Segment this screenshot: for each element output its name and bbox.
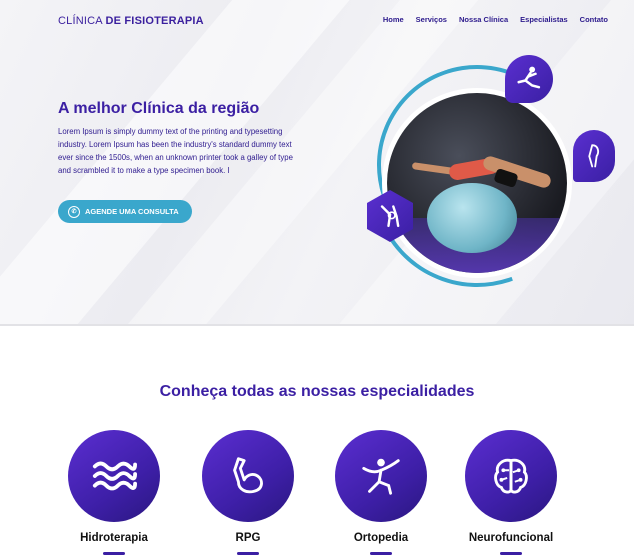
specialty-label: Ortopedia <box>353 532 409 544</box>
leg-anatomy-icon <box>573 130 615 182</box>
hero-title: A melhor Clínica da região <box>58 100 260 117</box>
specialty-label: Hidroterapia <box>80 532 148 544</box>
site-logo[interactable]: CLÍNICA DE FISIOTERAPIA <box>58 15 204 27</box>
lunge-stretch-icon <box>505 55 553 103</box>
stretching-person-icon <box>362 458 400 495</box>
schedule-appointment-button[interactable]: ✆ AGENDE UMA CONSULTA <box>58 200 192 223</box>
waves-icon <box>92 461 137 491</box>
logo-text-bold: DE FISIOTERAPIA <box>105 15 204 27</box>
specialty-icon-circle <box>68 430 160 522</box>
nav-link-home[interactable]: Home <box>383 15 404 24</box>
nav-link-contato[interactable]: Contato <box>580 15 608 24</box>
specialty-icon-circle <box>202 430 294 522</box>
specialty-underline <box>103 552 125 555</box>
specialty-underline <box>370 552 392 555</box>
specialty-icon-circle <box>465 430 557 522</box>
logo-text-light: CLÍNICA <box>58 15 106 27</box>
whatsapp-icon: ✆ <box>68 205 80 218</box>
specialty-card-rpg[interactable]: RPG <box>201 430 295 555</box>
specialty-card-neurofuncional[interactable]: Neurofuncional <box>464 430 558 555</box>
main-nav: Home Serviços Nossa Clínica Especialista… <box>383 15 608 24</box>
brain-circuit-icon <box>494 458 528 494</box>
specialty-label: RPG <box>235 532 261 544</box>
nav-link-nossa-clinica[interactable]: Nossa Clínica <box>459 15 508 24</box>
specialty-underline <box>500 552 522 555</box>
specialties-title: Conheça todas as nossas especialidades <box>159 383 475 400</box>
specialty-card-ortopedia[interactable]: Ortopedia <box>334 430 428 555</box>
flexed-arm-icon <box>233 457 263 494</box>
specialty-label: Neurofuncional <box>468 532 554 544</box>
exercise-ball <box>427 183 517 253</box>
hero-illustration <box>337 36 620 322</box>
specialty-icon-circle <box>335 430 427 522</box>
nav-link-especialistas[interactable]: Especialistas <box>520 15 568 24</box>
hero-section: CLÍNICA DE FISIOTERAPIA Home Serviços No… <box>0 0 634 326</box>
exercise-ball-photo <box>387 93 567 273</box>
schedule-appointment-label: AGENDE UMA CONSULTA <box>85 207 179 216</box>
nav-link-servicos[interactable]: Serviços <box>416 15 447 24</box>
specialty-card-hidroterapia[interactable]: Hidroterapia <box>67 430 161 555</box>
hero-description: Lorem Ipsum is simply dummy text of the … <box>58 127 293 175</box>
specialty-underline <box>237 552 259 555</box>
